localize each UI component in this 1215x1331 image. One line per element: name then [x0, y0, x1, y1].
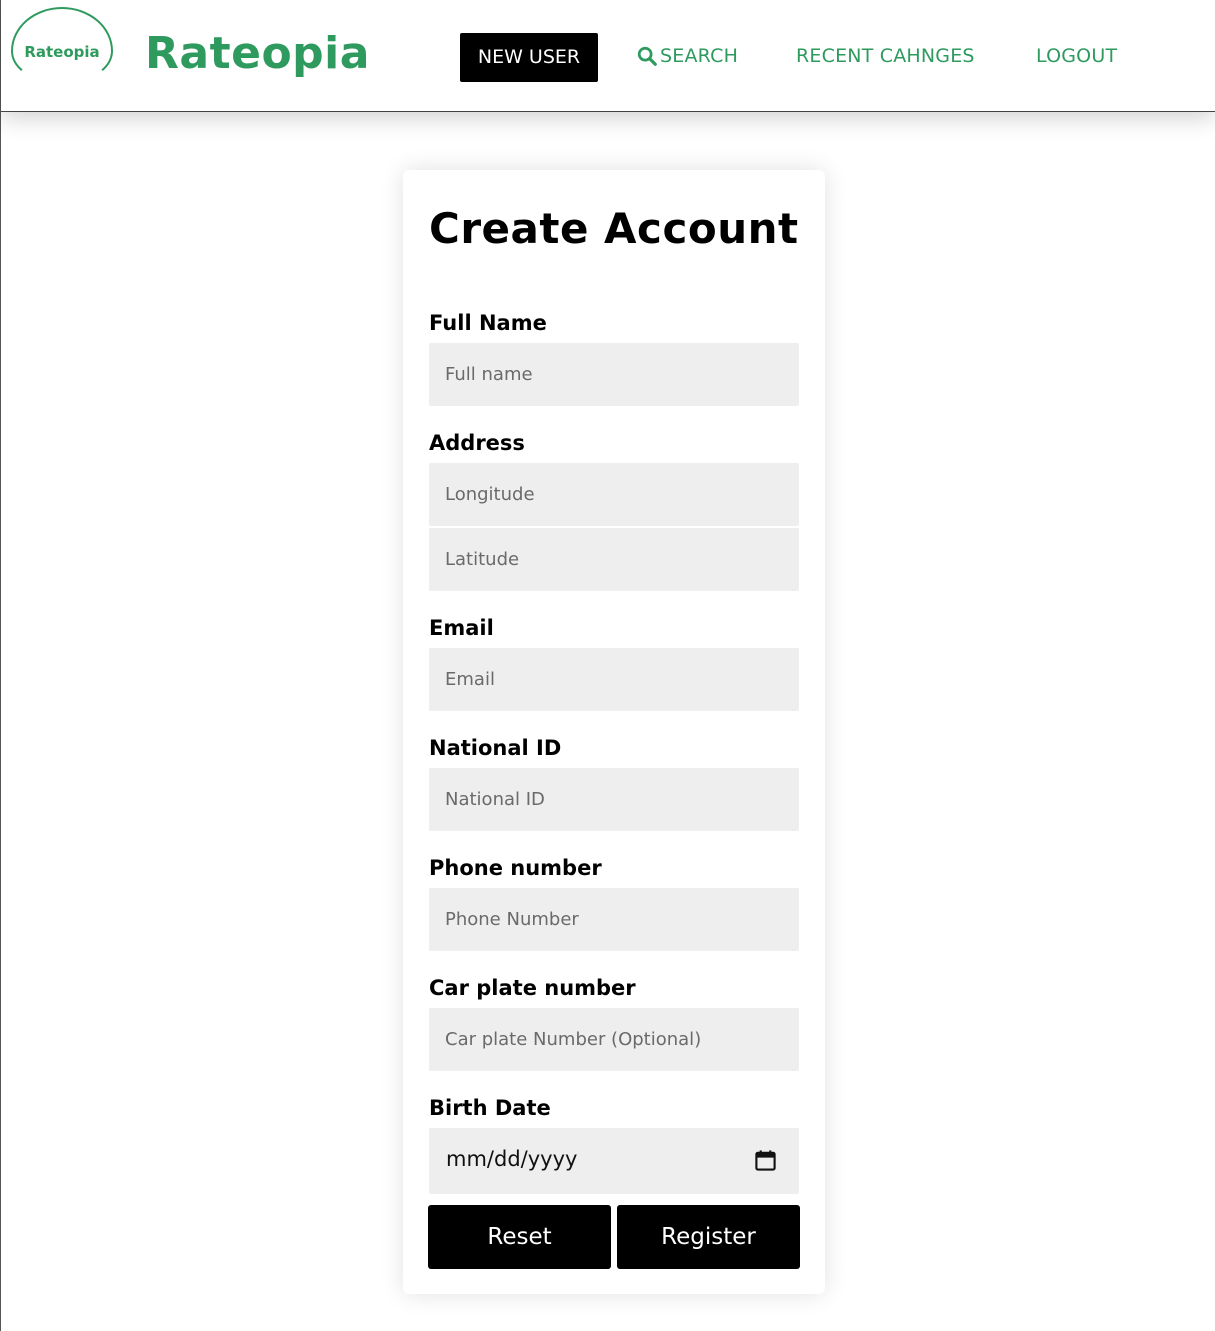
- national-id-label: National ID: [429, 736, 562, 760]
- longitude-input[interactable]: [429, 463, 799, 526]
- search-label: SEARCH: [660, 45, 739, 67]
- full-name-label: Full Name: [429, 311, 547, 335]
- birth-date-label: Birth Date: [429, 1096, 551, 1120]
- calendar-icon[interactable]: [754, 1149, 777, 1172]
- birth-date-input[interactable]: mm/dd/yyyy: [429, 1128, 799, 1194]
- page-title: Create Account: [429, 204, 799, 253]
- address-label: Address: [429, 431, 525, 455]
- top-navbar: Rateopia Rateopia NEW USER SEARCH RECENT…: [1, 0, 1215, 112]
- logo-badge[interactable]: Rateopia: [11, 7, 113, 81]
- birth-date-value: mm/dd/yyyy: [446, 1147, 578, 1171]
- email-label: Email: [429, 616, 494, 640]
- new-user-button[interactable]: NEW USER: [460, 33, 598, 82]
- register-button[interactable]: Register: [617, 1205, 800, 1269]
- email-input[interactable]: [429, 648, 799, 711]
- car-plate-label: Car plate number: [429, 976, 636, 1000]
- reset-button[interactable]: Reset: [428, 1205, 611, 1269]
- recent-changes-link[interactable]: RECENT CAHNGES: [796, 45, 975, 67]
- full-name-input[interactable]: [429, 343, 799, 406]
- national-id-input[interactable]: [429, 768, 799, 831]
- latitude-input[interactable]: [429, 528, 799, 591]
- phone-number-label: Phone number: [429, 856, 602, 880]
- search-icon: [637, 46, 657, 66]
- brand-name[interactable]: Rateopia: [145, 28, 370, 79]
- logo-badge-text: Rateopia: [24, 43, 100, 61]
- search-link[interactable]: SEARCH: [636, 45, 738, 67]
- logout-link[interactable]: LOGOUT: [1036, 45, 1117, 67]
- phone-number-input[interactable]: [429, 888, 799, 951]
- create-account-card: Create Account Full Name Address Email N…: [403, 170, 825, 1294]
- car-plate-input[interactable]: [429, 1008, 799, 1071]
